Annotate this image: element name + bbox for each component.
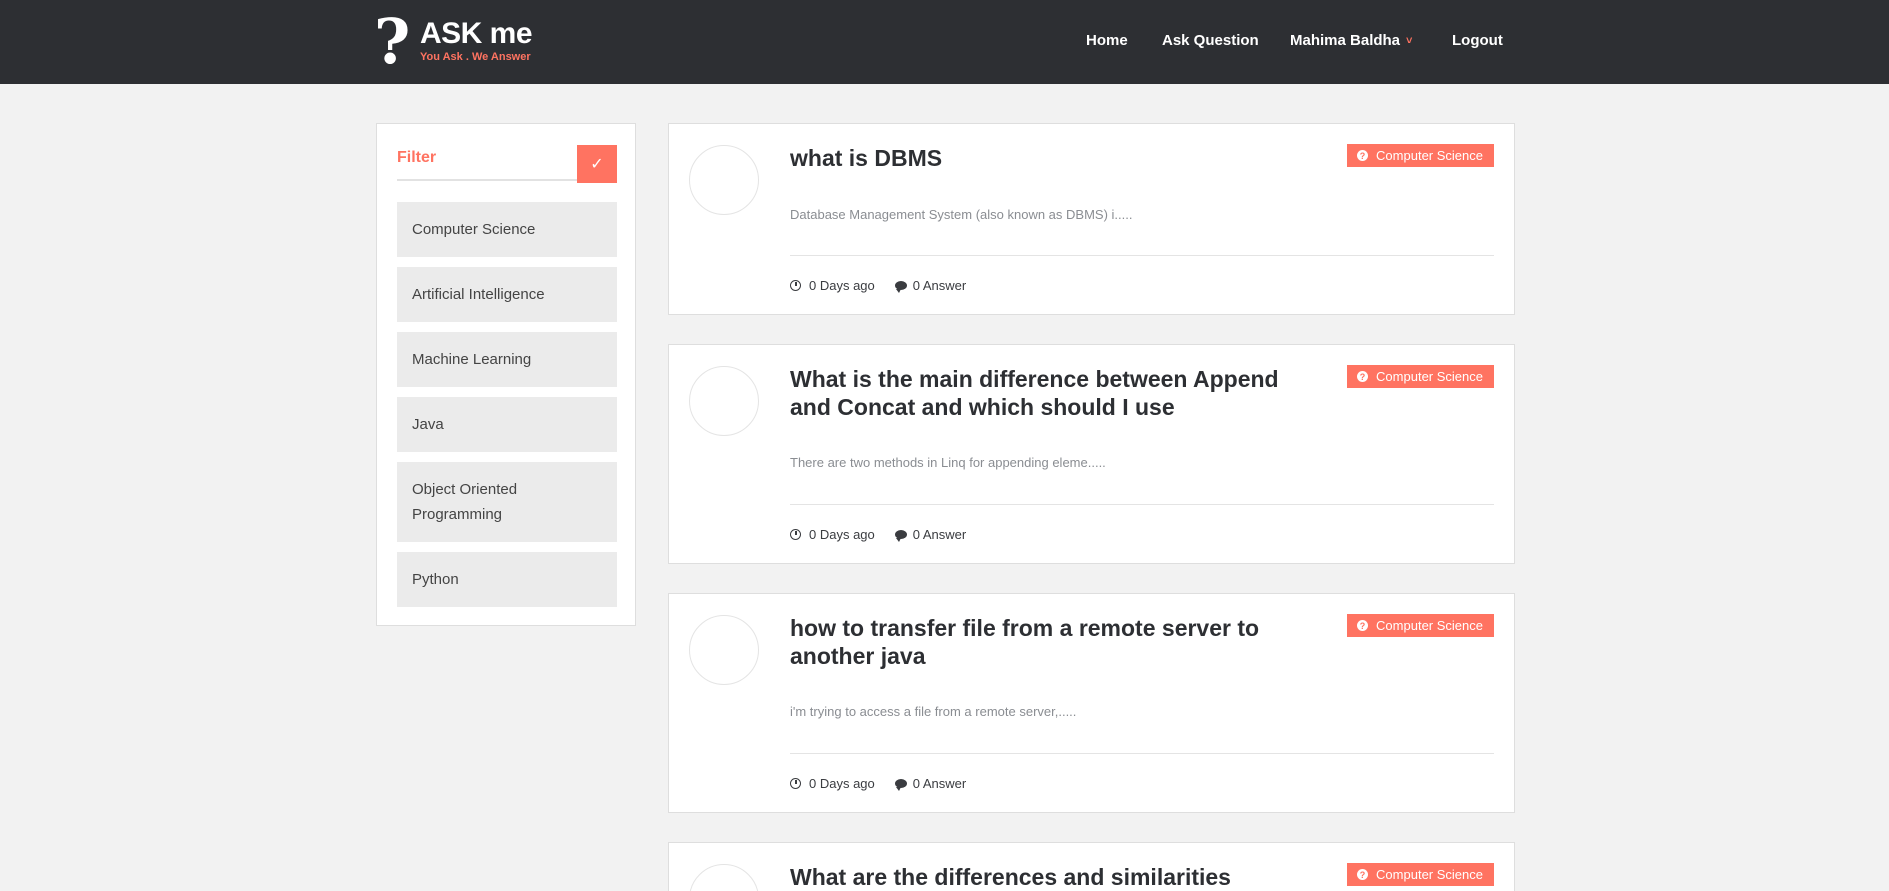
question-meta: 0 Days ago 0 Answer: [790, 776, 966, 791]
clock-icon: [790, 529, 801, 540]
question-card: what is DBMS ? Computer Science Database …: [668, 123, 1515, 315]
question-card: What is the main difference between Appe…: [668, 344, 1515, 564]
card-divider: [790, 753, 1494, 754]
question-title[interactable]: what is DBMS: [790, 144, 1300, 172]
comment-icon: [894, 530, 907, 542]
category-label: Computer Science: [1376, 369, 1483, 384]
user-avatar[interactable]: [689, 145, 759, 215]
filter-category-machine-learning[interactable]: Machine Learning: [397, 332, 617, 387]
filter-divider: [397, 179, 577, 181]
question-card: how to transfer file from a remote serve…: [668, 593, 1515, 813]
comment-icon: [894, 779, 907, 791]
category-badge[interactable]: ? Computer Science: [1347, 365, 1494, 388]
question-time: 0 Days ago: [809, 776, 875, 791]
user-avatar[interactable]: [689, 615, 759, 685]
nav-logout-link[interactable]: Logout: [1452, 32, 1503, 49]
user-avatar[interactable]: [689, 366, 759, 436]
filter-title: Filter: [397, 149, 437, 166]
question-title[interactable]: how to transfer file from a remote serve…: [790, 614, 1300, 670]
category-badge[interactable]: ? Computer Science: [1347, 144, 1494, 167]
question-excerpt: There are two methods in Linq for append…: [790, 455, 1106, 470]
question-meta: 0 Days ago 0 Answer: [790, 527, 966, 542]
user-name: Mahima Baldha: [1290, 32, 1401, 49]
question-circle-icon: ?: [1357, 150, 1369, 161]
question-excerpt: Database Management System (also known a…: [790, 207, 1133, 222]
filter-apply-button[interactable]: ✓: [577, 145, 617, 183]
nav-home-link[interactable]: Home: [1086, 32, 1128, 49]
user-avatar[interactable]: [689, 864, 759, 891]
category-label: Computer Science: [1376, 148, 1483, 163]
question-circle-icon: ?: [1357, 371, 1369, 382]
filter-sidebar: Filter ✓ Computer Science Artificial Int…: [376, 123, 636, 626]
comment-icon: [894, 281, 907, 293]
site-title: ASK me: [420, 17, 533, 50]
filter-category-computer-science[interactable]: Computer Science: [397, 202, 617, 257]
question-title[interactable]: What are the differences and similaritie…: [790, 863, 1300, 891]
nav-ask-question-link[interactable]: Ask Question: [1162, 32, 1259, 49]
clock-icon: [790, 280, 801, 291]
filter-category-java[interactable]: Java: [397, 397, 617, 452]
clock-icon: [790, 778, 801, 789]
question-time: 0 Days ago: [809, 278, 875, 293]
question-excerpt: i'm trying to access a file from a remot…: [790, 704, 1077, 719]
question-mark-logo-icon: ?: [374, 5, 411, 78]
answer-count-link[interactable]: 0 Answer: [913, 527, 966, 542]
check-icon: ✓: [590, 156, 604, 173]
filter-category-artificial-intelligence[interactable]: Artificial Intelligence: [397, 267, 617, 322]
category-label: Computer Science: [1376, 867, 1483, 882]
nav-user-menu[interactable]: Mahima Baldha ˅: [1290, 32, 1412, 49]
top-navbar: ? ASK me You Ask . We Answer Home Ask Qu…: [0, 0, 1889, 84]
question-circle-icon: ?: [1357, 869, 1369, 880]
question-card: What are the differences and similaritie…: [668, 842, 1515, 891]
chevron-down-icon: ˅: [1406, 35, 1413, 47]
answer-count-link[interactable]: 0 Answer: [913, 278, 966, 293]
category-badge[interactable]: ? Computer Science: [1347, 614, 1494, 637]
question-time: 0 Days ago: [809, 527, 875, 542]
filter-category-python[interactable]: Python: [397, 552, 617, 607]
card-divider: [790, 255, 1494, 256]
category-label: Computer Science: [1376, 618, 1483, 633]
card-divider: [790, 504, 1494, 505]
filter-category-object-oriented-programming[interactable]: Object Oriented Programming: [397, 462, 617, 542]
answer-count-link[interactable]: 0 Answer: [913, 776, 966, 791]
question-meta: 0 Days ago 0 Answer: [790, 278, 966, 293]
question-title[interactable]: What is the main difference between Appe…: [790, 365, 1300, 421]
category-badge[interactable]: ? Computer Science: [1347, 863, 1494, 886]
question-circle-icon: ?: [1357, 620, 1369, 631]
site-tagline: You Ask . We Answer: [420, 51, 531, 63]
